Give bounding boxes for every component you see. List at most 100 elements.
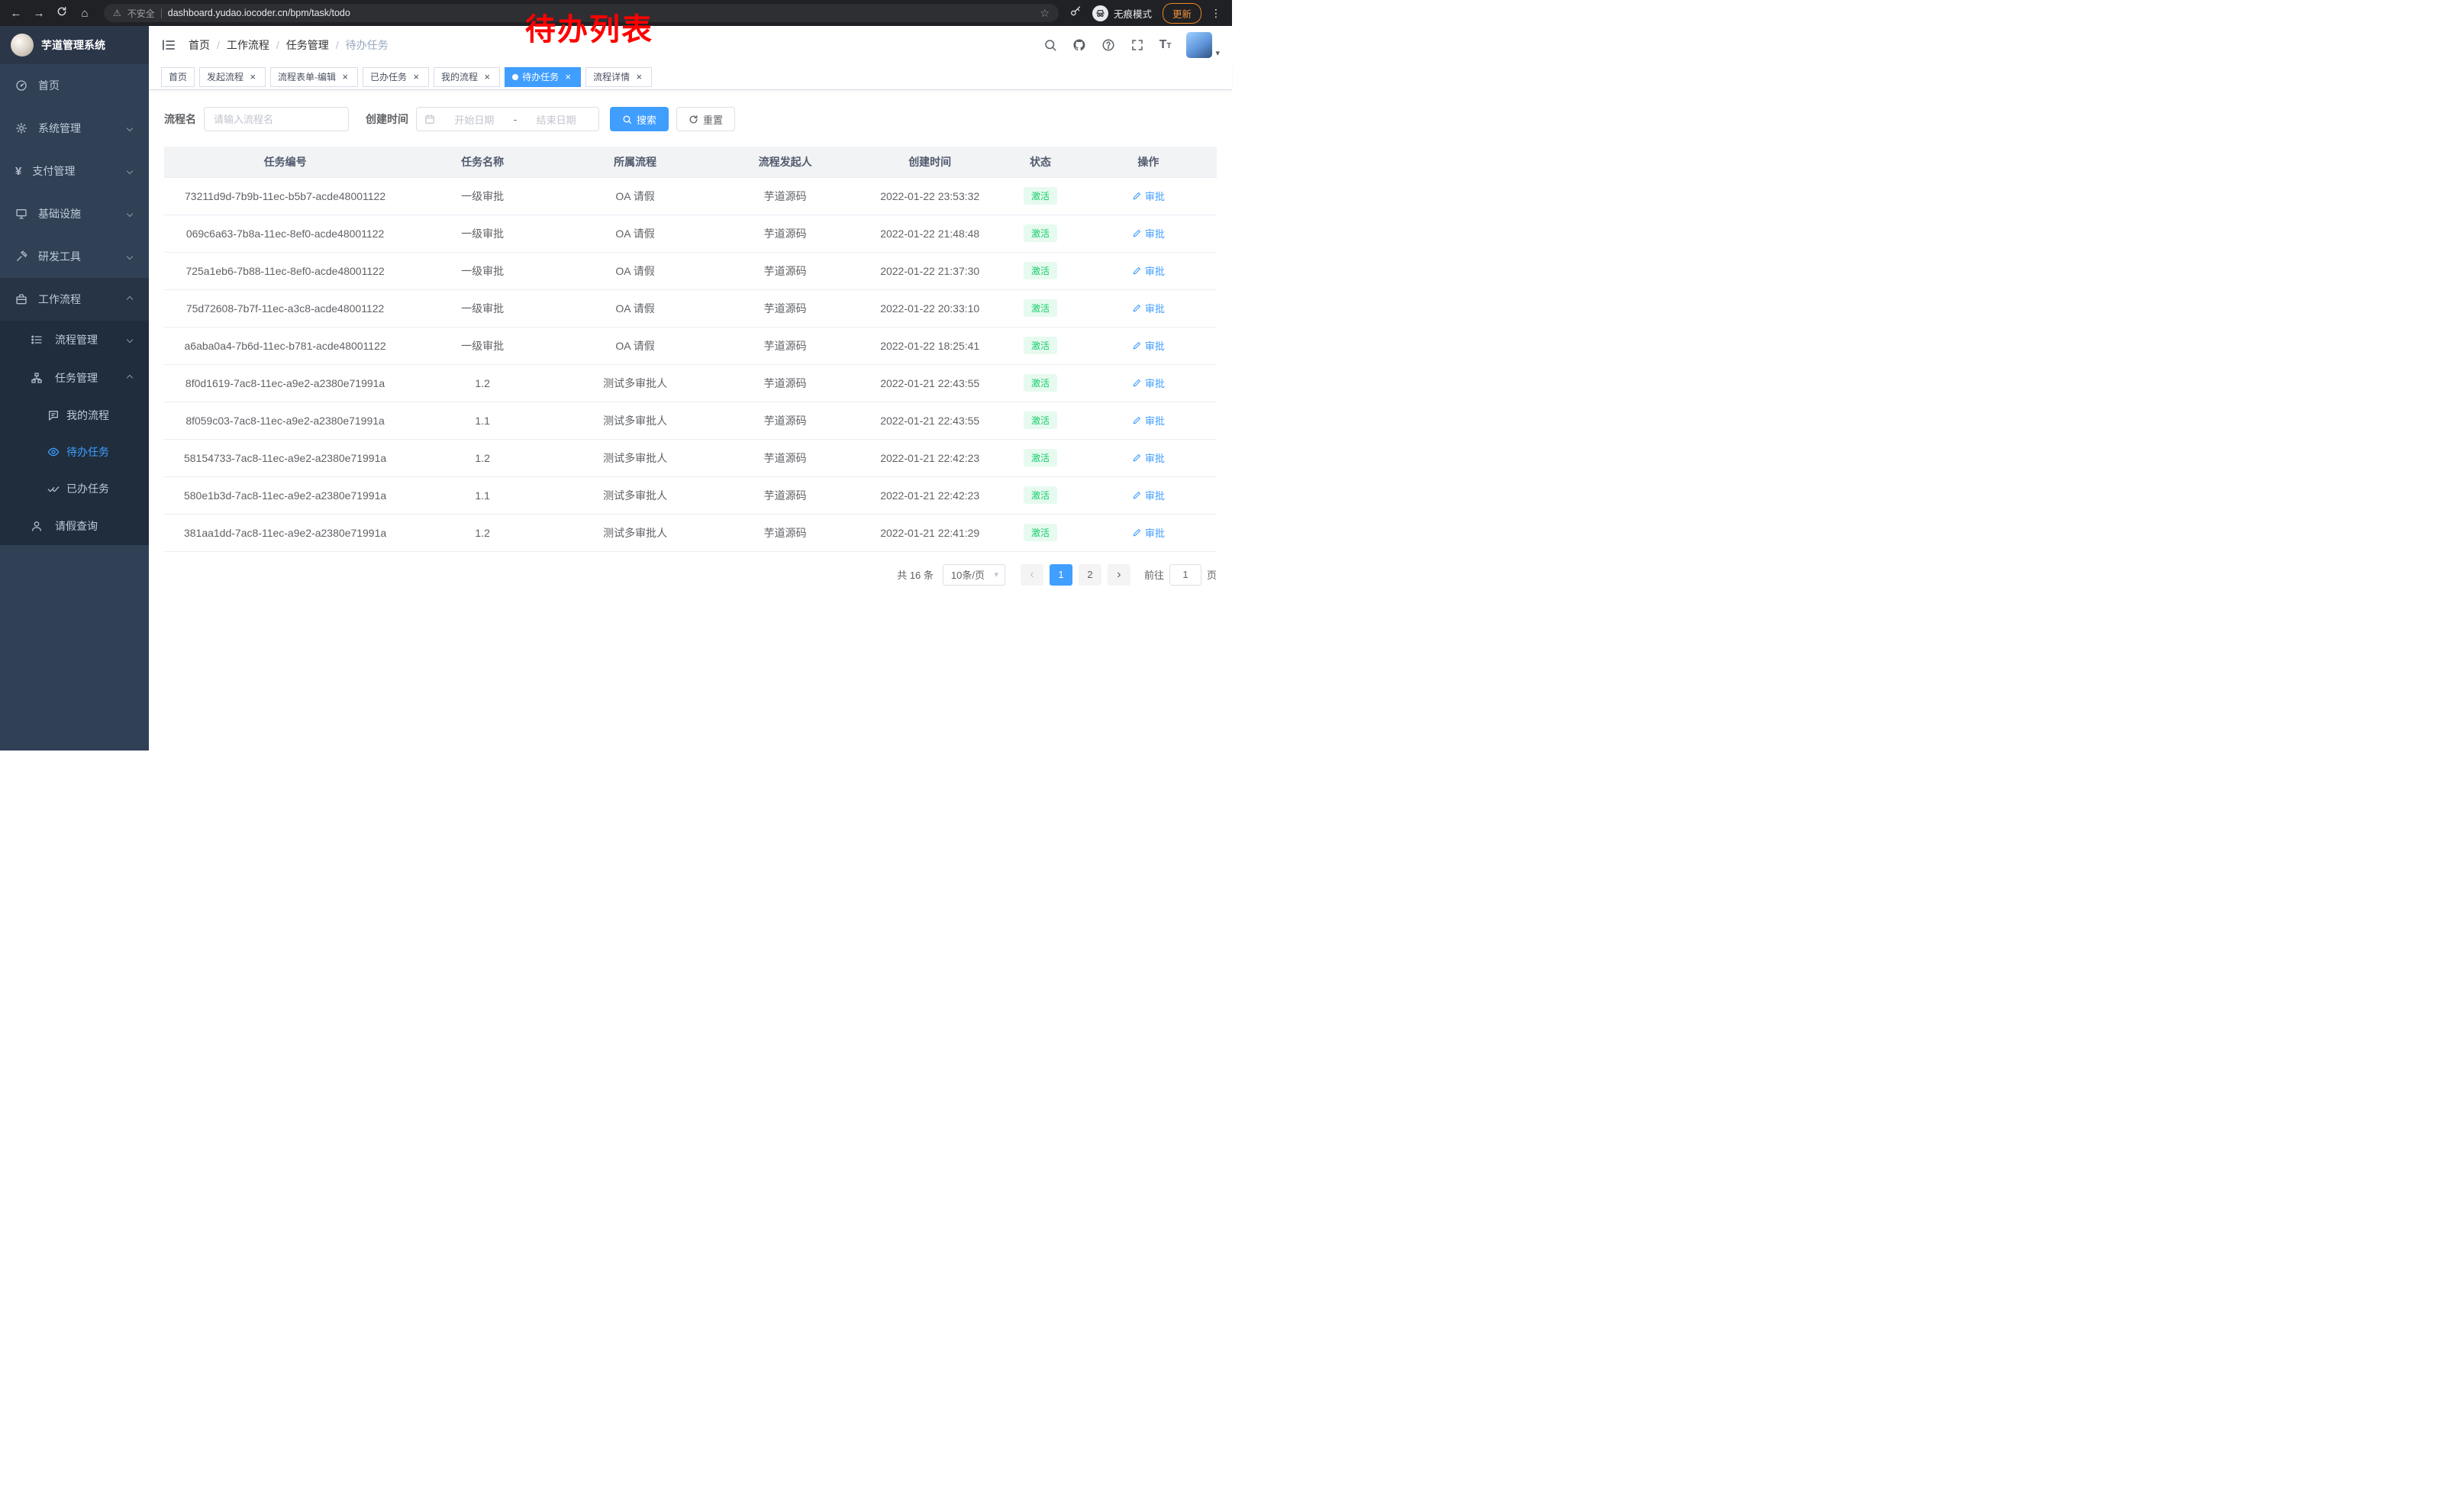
approve-link[interactable]: 审批 bbox=[1132, 413, 1165, 428]
sidebar-item-leave-query[interactable]: 请假查询 bbox=[0, 507, 149, 545]
cell-task-name: 1.1 bbox=[406, 402, 559, 439]
page-size-select[interactable]: 10条/页 ▾ bbox=[943, 564, 1005, 586]
bookmark-star-icon[interactable]: ☆ bbox=[1040, 7, 1050, 20]
sidebar-item-system[interactable]: 系统管理 bbox=[0, 107, 149, 150]
approve-link[interactable]: 审批 bbox=[1132, 226, 1165, 240]
approve-link[interactable]: 审批 bbox=[1132, 301, 1165, 315]
cell-actions: 审批 bbox=[1080, 252, 1217, 289]
page-size-value: 10条/页 bbox=[951, 567, 985, 582]
approve-link[interactable]: 审批 bbox=[1132, 450, 1165, 465]
tab-label: 首页 bbox=[169, 70, 187, 83]
cell-task-id: 75d72608-7b7f-11ec-a3c8-acde48001122 bbox=[164, 289, 406, 327]
browser-update-button[interactable]: 更新 bbox=[1163, 3, 1201, 24]
incognito-label: 无痕模式 bbox=[1114, 6, 1152, 21]
sidebar-item-label: 支付管理 bbox=[32, 163, 75, 179]
tab[interactable]: 首页 bbox=[161, 67, 195, 87]
process-name-input[interactable] bbox=[204, 107, 349, 131]
status-badge: 激活 bbox=[1024, 524, 1057, 541]
fullscreen-icon[interactable] bbox=[1130, 38, 1144, 52]
page-content: 流程名 创建时间 开始日期 - 结束日期 搜索 重置 bbox=[149, 90, 1232, 750]
browser-reload-button[interactable] bbox=[53, 6, 70, 20]
goto-page-input[interactable] bbox=[1169, 564, 1201, 586]
close-icon[interactable]: × bbox=[634, 72, 644, 82]
sidebar-collapse-icon[interactable] bbox=[161, 37, 176, 53]
page-button[interactable]: 1 bbox=[1050, 564, 1072, 586]
tab-label: 发起流程 bbox=[207, 70, 243, 83]
cell-create-time: 2022-01-21 22:41:29 bbox=[859, 514, 1001, 551]
tab[interactable]: 发起流程 × bbox=[199, 67, 266, 87]
cell-create-time: 2022-01-21 22:43:55 bbox=[859, 402, 1001, 439]
breadcrumb-item-task-mgmt[interactable]: 任务管理 bbox=[286, 37, 346, 53]
approve-link[interactable]: 审批 bbox=[1132, 338, 1165, 353]
sidebar-item-process-mgmt[interactable]: 流程管理 bbox=[0, 321, 149, 359]
font-size-icon[interactable]: TT bbox=[1159, 38, 1172, 52]
browser-menu-icon[interactable]: ⋮ bbox=[1208, 7, 1224, 20]
caret-down-icon: ▾ bbox=[994, 570, 998, 579]
cell-status: 激活 bbox=[1001, 364, 1079, 402]
page-button[interactable]: 2 bbox=[1079, 564, 1101, 586]
sidebar-item-task-mgmt[interactable]: 任务管理 bbox=[0, 359, 149, 397]
next-page-button[interactable]: › bbox=[1108, 564, 1130, 586]
sidebar-item-label: 研发工具 bbox=[38, 249, 81, 264]
browser-chrome: ← → ⌂ ⚠ 不安全 dashboard.yudao.iocoder.cn/b… bbox=[0, 0, 1232, 26]
address-bar[interactable]: ⚠ 不安全 dashboard.yudao.iocoder.cn/bpm/tas… bbox=[104, 4, 1059, 22]
status-badge: 激活 bbox=[1024, 486, 1057, 504]
tab[interactable]: 流程详情 × bbox=[585, 67, 652, 87]
sidebar: 芋道管理系统 首页 系统管理 ¥ 支付管理 bbox=[0, 26, 149, 750]
tab[interactable]: 我的流程 × bbox=[434, 67, 500, 87]
help-icon[interactable] bbox=[1101, 38, 1115, 52]
cell-initiator: 芋道源码 bbox=[711, 289, 859, 327]
approve-link-label: 审批 bbox=[1145, 488, 1165, 502]
approve-link[interactable]: 审批 bbox=[1132, 189, 1165, 203]
tab[interactable]: 待办任务 × bbox=[505, 67, 581, 87]
approve-link[interactable]: 审批 bbox=[1132, 525, 1165, 540]
search-icon[interactable] bbox=[1043, 38, 1057, 52]
close-icon[interactable]: × bbox=[411, 72, 421, 82]
cell-task-id: 725a1eb6-7b88-11ec-8ef0-acde48001122 bbox=[164, 252, 406, 289]
close-icon[interactable]: × bbox=[340, 72, 350, 82]
sidebar-item-todo-task[interactable]: 待办任务 bbox=[0, 434, 149, 470]
cell-process: 测试多审批人 bbox=[559, 364, 711, 402]
security-label: 不安全 bbox=[127, 7, 155, 20]
close-icon[interactable]: × bbox=[482, 72, 492, 82]
page-unit-label: 页 bbox=[1207, 567, 1217, 582]
column-header-actions: 操作 bbox=[1080, 147, 1217, 177]
search-button[interactable]: 搜索 bbox=[610, 107, 669, 131]
sidebar-item-done-task[interactable]: 已办任务 bbox=[0, 470, 149, 507]
cell-process: OA 请假 bbox=[559, 177, 711, 215]
tab[interactable]: 流程表单-编辑 × bbox=[270, 67, 358, 87]
approve-link[interactable]: 审批 bbox=[1132, 263, 1165, 278]
sidebar-item-payment[interactable]: ¥ 支付管理 bbox=[0, 150, 149, 192]
close-icon[interactable]: × bbox=[563, 72, 573, 82]
breadcrumb-item-home[interactable]: 首页 bbox=[189, 37, 227, 53]
table-row: 725a1eb6-7b88-11ec-8ef0-acde48001122 一级审… bbox=[164, 252, 1217, 289]
github-icon[interactable] bbox=[1072, 38, 1086, 52]
breadcrumb-item-workflow[interactable]: 工作流程 bbox=[227, 37, 286, 53]
sidebar-item-home[interactable]: 首页 bbox=[0, 64, 149, 107]
sidebar-item-dev-tools[interactable]: 研发工具 bbox=[0, 235, 149, 278]
table-row: 73211d9d-7b9b-11ec-b5b7-acde48001122 一级审… bbox=[164, 177, 1217, 215]
approve-link[interactable]: 审批 bbox=[1132, 488, 1165, 502]
close-icon[interactable]: × bbox=[247, 72, 258, 82]
user-menu[interactable]: ▾ bbox=[1186, 32, 1220, 58]
password-key-icon[interactable] bbox=[1069, 5, 1082, 21]
sidebar-item-workflow[interactable]: 工作流程 bbox=[0, 278, 149, 321]
sidebar-item-infra[interactable]: 基础设施 bbox=[0, 192, 149, 235]
prev-page-button[interactable]: ‹ bbox=[1021, 564, 1043, 586]
browser-home-button[interactable]: ⌂ bbox=[76, 7, 93, 20]
browser-forward-button[interactable]: → bbox=[31, 7, 47, 20]
sidebar-item-my-process[interactable]: 我的流程 bbox=[0, 397, 149, 434]
reset-button[interactable]: 重置 bbox=[676, 107, 735, 131]
cell-initiator: 芋道源码 bbox=[711, 476, 859, 514]
date-range-picker[interactable]: 开始日期 - 结束日期 bbox=[416, 107, 599, 131]
approve-link[interactable]: 审批 bbox=[1132, 376, 1165, 390]
cell-status: 激活 bbox=[1001, 476, 1079, 514]
table-row: 58154733-7ac8-11ec-a9e2-a2380e71991a 1.2… bbox=[164, 439, 1217, 476]
app-logo[interactable]: 芋道管理系统 bbox=[0, 26, 149, 64]
tab[interactable]: 已办任务 × bbox=[363, 67, 429, 87]
cell-task-name: 一级审批 bbox=[406, 177, 559, 215]
status-badge: 激活 bbox=[1024, 262, 1057, 279]
url-text: dashboard.yudao.iocoder.cn/bpm/task/todo bbox=[168, 8, 350, 18]
browser-back-button[interactable]: ← bbox=[8, 7, 24, 20]
sidebar-item-label: 基础设施 bbox=[38, 206, 81, 221]
